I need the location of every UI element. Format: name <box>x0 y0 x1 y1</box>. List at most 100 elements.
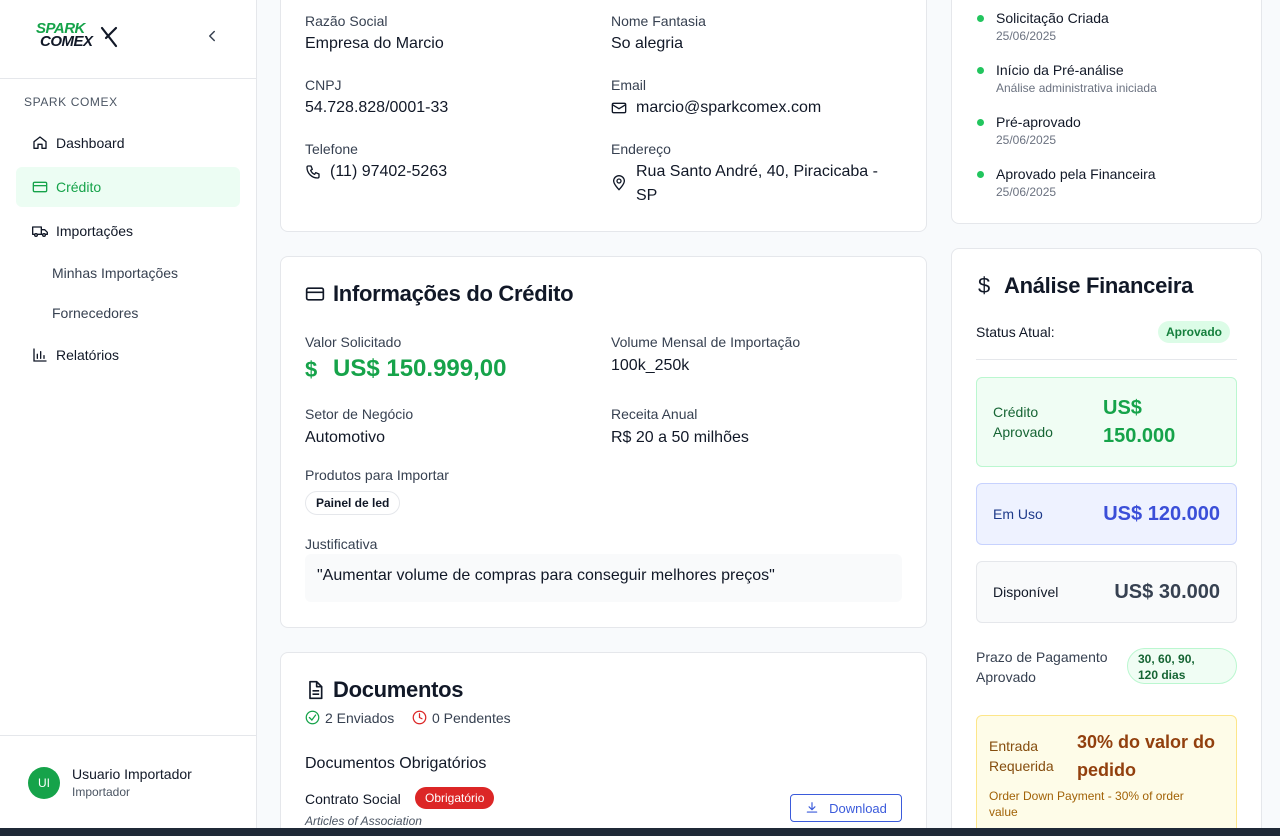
timeline-dot <box>977 67 984 74</box>
credito-aprovado-value-2: 150.000 <box>1103 425 1176 447</box>
map-pin-icon <box>612 175 626 191</box>
receita-label: Receita Anual <box>611 406 698 422</box>
timeline-dot <box>977 171 984 178</box>
status-badge: Aprovado <box>1158 321 1231 343</box>
prazo-value-2: 120 dias <box>1138 668 1186 682</box>
setor-label: Setor de Negócio <box>305 406 414 422</box>
logo-swoosh-icon <box>100 26 118 48</box>
status-label: Status Atual: <box>976 324 1055 340</box>
endereco-label: Endereço <box>611 141 671 157</box>
company-info-card: Razão Social Empresa do Marcio Nome Fant… <box>280 0 927 232</box>
user-profile[interactable]: UI Usuario Importador Importador <box>0 735 256 828</box>
download-icon <box>806 802 818 813</box>
cnpj-value: 54.728.828/0001-33 <box>305 99 449 116</box>
timeline-dot <box>977 15 984 22</box>
volume-mensal-value: 100k_250k <box>611 357 690 374</box>
sidebar-item-credito[interactable]: Crédito <box>16 167 240 207</box>
prazo-badge: 30, 60, 90, 120 dias <box>1127 648 1237 684</box>
setor-value: Automotivo <box>305 429 386 446</box>
file-text-icon <box>309 680 323 700</box>
entrada-value-2: pedido <box>1077 760 1136 780</box>
telefone-value: (11) 97402-5263 <box>330 163 448 180</box>
razao-social-value: Empresa do Marcio <box>305 35 444 52</box>
email-value: marcio@sparkcomex.com <box>636 99 822 116</box>
credit-card-icon <box>305 287 325 301</box>
financial-title: Análise Financeira <box>1004 273 1194 298</box>
bottom-bar <box>0 828 1280 836</box>
valor-solicitado-label: Valor Solicitado <box>305 334 402 350</box>
nome-fantasia-label: Nome Fantasia <box>611 13 706 29</box>
email-label: Email <box>611 77 647 93</box>
sidebar-item-label: Dashboard <box>56 135 125 151</box>
endereco-value-line1: Rua Santo André, 40, Piracicaba - <box>636 163 878 180</box>
product-tag: Painel de led <box>305 491 401 515</box>
home-icon <box>33 136 47 149</box>
entrada-note-2: value <box>989 805 1018 819</box>
em-uso-box: Em Uso US$ 120.000 <box>976 483 1237 545</box>
documents-card: Documentos 2 Enviados 0 Pendentes Docume… <box>280 652 927 836</box>
divider <box>976 359 1237 360</box>
documents-section-title: Documentos Obrigatórios <box>305 755 487 772</box>
logo-row: SPARK COMEX <box>0 0 256 79</box>
sidebar-item-dashboard[interactable]: Dashboard <box>16 123 240 163</box>
credito-aprovado-box: Crédito Aprovado US$ 150.000 <box>976 377 1237 467</box>
credito-aprovado-label-2: Aprovado <box>993 424 1053 440</box>
valor-solicitado-value: US$ 150.999,00 <box>333 355 507 382</box>
timeline-step-sub: Análise administrativa iniciada <box>996 81 1157 95</box>
timeline-step-sub: 25/06/2025 <box>996 185 1057 199</box>
nome-fantasia-value: So alegria <box>611 35 684 52</box>
em-uso-label: Em Uso <box>993 506 1043 522</box>
sidebar-item-importacoes[interactable]: Importações <box>16 211 240 251</box>
mail-icon <box>611 102 627 114</box>
financial-analysis-card: $ Análise Financeira Status Atual: Aprov… <box>951 248 1262 836</box>
documents-title: Documentos <box>333 677 464 702</box>
sidebar-section-label: SPARK COMEX <box>24 95 118 109</box>
download-button[interactable]: Download <box>790 794 902 822</box>
produtos-label: Produtos para Importar <box>305 467 449 483</box>
user-role: Importador <box>72 785 131 799</box>
em-uso-value: US$ 120.000 <box>1103 503 1220 525</box>
timeline-step-title: Pré-aprovado <box>996 114 1081 130</box>
sidebar-item-label: Crédito <box>56 179 102 195</box>
required-badge: Obrigatório <box>415 787 495 809</box>
dollar-icon: $ <box>305 357 318 382</box>
prazo-label-2: Aprovado <box>976 669 1036 685</box>
truck-icon <box>32 226 48 237</box>
bar-chart-icon <box>33 348 47 362</box>
timeline-step-sub: 25/06/2025 <box>996 133 1057 147</box>
credito-aprovado-label-1: Crédito <box>993 404 1039 420</box>
credit-info-card: Informações do Crédito Valor Solicitado … <box>280 256 927 628</box>
timeline-step-title: Solicitação Criada <box>996 10 1109 26</box>
enviados-count: 2 Enviados <box>325 710 395 726</box>
credit-card-icon <box>32 181 48 193</box>
entrada-requerida-box: Entrada Requerida 30% do valor do pedido… <box>976 715 1237 836</box>
logo[interactable]: SPARK COMEX <box>36 20 118 52</box>
telefone-label: Telefone <box>305 141 358 157</box>
sidebar-item-label: Importações <box>56 223 134 239</box>
sidebar-item-minhas-importacoes[interactable]: Minhas Importações <box>52 265 178 281</box>
volume-mensal-label: Volume Mensal de Importação <box>611 334 801 350</box>
timeline-dot <box>977 119 984 126</box>
timeline-step-title: Início da Pré-análise <box>996 62 1124 78</box>
endereco-value-line2: SP <box>636 187 658 204</box>
user-name: Usuario Importador <box>72 766 192 782</box>
sidebar: SPARK COMEX SPARK COMEX Dashboard Crédit… <box>0 0 257 828</box>
receita-value: R$ 20 a 50 milhões <box>611 429 749 446</box>
cnpj-label: CNPJ <box>305 77 342 93</box>
justificativa-label: Justificativa <box>305 536 378 552</box>
sidebar-item-fornecedores[interactable]: Fornecedores <box>52 305 138 321</box>
dollar-icon: $ <box>978 273 991 298</box>
razao-social-label: Razão Social <box>305 13 388 29</box>
pendentes-count: 0 Pendentes <box>432 710 511 726</box>
document-subtitle: Articles of Association <box>305 814 422 828</box>
phone-icon <box>306 165 320 179</box>
collapse-sidebar-icon[interactable] <box>203 27 221 45</box>
entrada-label-1: Entrada <box>989 738 1039 754</box>
entrada-value-1: 30% do valor do <box>1077 732 1216 752</box>
disponivel-value: US$ 30.000 <box>1114 581 1220 603</box>
sidebar-item-label: Relatórios <box>56 347 120 363</box>
prazo-label-1: Prazo de Pagamento <box>976 649 1108 665</box>
sidebar-item-relatorios[interactable]: Relatórios <box>16 335 240 375</box>
entrada-label-2: Requerida <box>989 758 1054 774</box>
credito-aprovado-value-1: US$ <box>1103 397 1142 419</box>
